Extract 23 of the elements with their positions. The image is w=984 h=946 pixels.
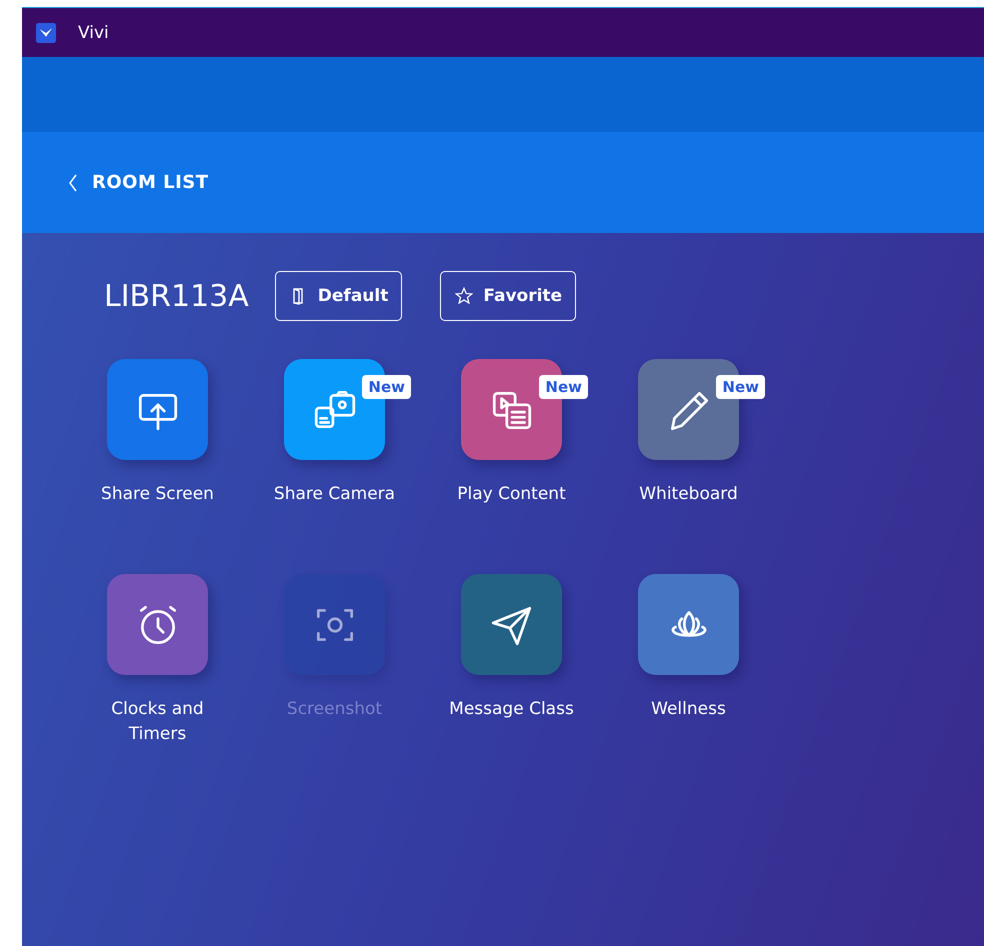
star-icon (455, 287, 474, 305)
window-title: Vivi (78, 22, 109, 42)
back-link[interactable]: ROOM LIST (68, 172, 209, 193)
new-badge: New (539, 375, 588, 399)
app-tile[interactable] (107, 574, 208, 675)
tile-label: Share Screen (100, 483, 215, 506)
favorite-button[interactable]: Favorite (440, 271, 576, 321)
app-tile[interactable] (107, 359, 208, 460)
app-logo-icon (36, 22, 56, 42)
tile-label: Screenshot (286, 698, 384, 721)
tile-label: Play Content (456, 483, 567, 506)
tile-label: Wellness (650, 698, 727, 721)
tile-label: Whiteboard (638, 483, 739, 506)
app-tile[interactable] (638, 574, 739, 675)
new-badge: New (362, 375, 411, 399)
chevron-left-icon (68, 174, 78, 192)
tile-label: Clocks and Timers (110, 698, 205, 746)
tile-label: Message Class (448, 698, 575, 721)
tile-label: Share Camera (272, 483, 396, 506)
new-badge: New (716, 375, 765, 399)
app-tile[interactable] (461, 574, 562, 675)
default-button[interactable]: Default (274, 271, 402, 321)
room-name: LIBR113A (104, 278, 249, 314)
